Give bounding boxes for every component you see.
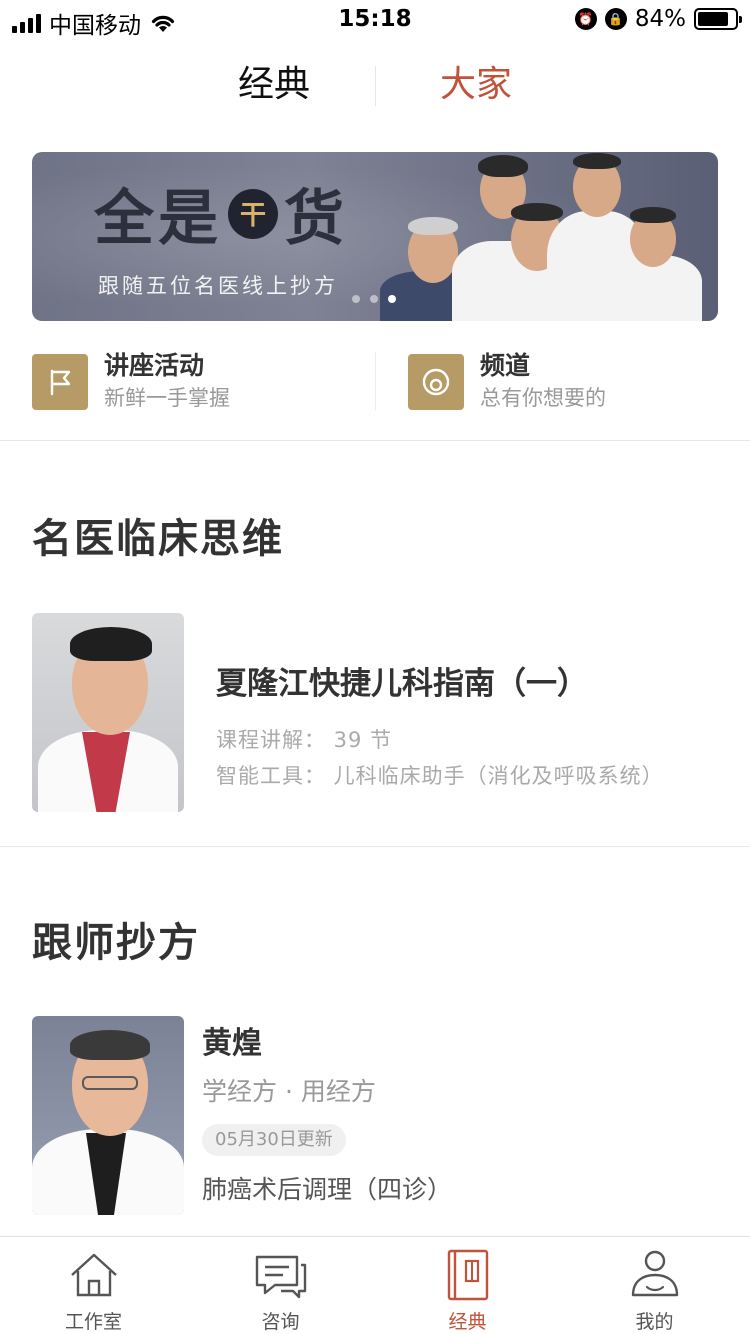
banner-title-badge: 干 — [228, 188, 278, 239]
quick-entries: 讲座活动 新鲜一手掌握 频道 总有你想要的 — [0, 340, 750, 430]
flag-icon — [32, 354, 88, 410]
teacher-course-title[interactable]: 肺癌术后调理（四诊） — [202, 1170, 452, 1206]
rotation-lock-icon: 🔒 — [604, 8, 627, 30]
quick-entry-subtitle: 新鲜一手掌握 — [104, 386, 230, 410]
nav-label: 经典 — [448, 1311, 487, 1333]
quick-divider — [375, 352, 376, 410]
course-title[interactable]: 夏隆江快捷儿科指南（一） — [216, 658, 588, 703]
banner-pager-dot[interactable] — [352, 295, 360, 303]
book-icon — [447, 1249, 489, 1301]
banner-title-b: 货 — [284, 184, 348, 254]
status-right: ⏰ 🔒 84% — [574, 6, 742, 32]
course-doctor-photo[interactable] — [32, 613, 184, 812]
bottom-nav: 工作室 咨询 经典 我的 — [0, 1236, 750, 1334]
quick-entry-subtitle: 总有你想要的 — [480, 386, 606, 410]
banner-title: 全是 干 货 — [94, 170, 348, 257]
banner-pager[interactable] — [352, 295, 396, 303]
quick-entry-title: 讲座活动 — [104, 351, 205, 380]
banner-pager-dot[interactable] — [370, 295, 378, 303]
quick-entry-channels[interactable]: 频道 总有你想要的 — [408, 351, 606, 412]
section-title-clinical-thinking: 名医临床思维 — [32, 516, 284, 562]
banner-title-a: 全是 — [94, 184, 222, 254]
top-tabs: 经典 大家 — [0, 56, 750, 116]
quick-entry-title: 频道 — [480, 351, 531, 380]
status-bar: 中国移动 15:18 ⏰ 🔒 84% — [0, 0, 750, 40]
tab-masters[interactable]: 大家 — [376, 56, 576, 114]
nav-item-studio[interactable]: 工作室 — [0, 1237, 187, 1334]
update-badge: 05月30日更新 — [202, 1124, 346, 1156]
nav-label: 咨询 — [261, 1311, 300, 1333]
course-lessons: 课程讲解： 39 节 — [216, 728, 393, 752]
nav-label: 我的 — [635, 1311, 674, 1333]
promo-banner[interactable]: 全是 干 货 跟随五位名医线上抄方 — [32, 152, 718, 321]
alarm-icon: ⏰ — [574, 8, 597, 30]
teacher-tagline: 学经方 · 用经方 — [202, 1077, 376, 1106]
channel-icon — [408, 354, 464, 410]
nav-item-consult[interactable]: 咨询 — [187, 1237, 374, 1334]
glasses-icon — [82, 1076, 138, 1090]
section-divider — [0, 846, 750, 847]
nav-item-classic[interactable]: 经典 — [374, 1237, 561, 1334]
battery-fill — [698, 12, 729, 26]
home-icon — [71, 1253, 117, 1297]
teacher-photo[interactable] — [32, 1016, 184, 1215]
nav-label: 工作室 — [64, 1311, 122, 1333]
battery-icon — [694, 8, 742, 30]
user-icon — [631, 1250, 679, 1297]
tab-classic[interactable]: 经典 — [174, 56, 374, 114]
quick-entry-lectures[interactable]: 讲座活动 新鲜一手掌握 — [32, 351, 230, 412]
banner-pager-dot[interactable] — [388, 295, 396, 303]
chat-icon — [255, 1255, 307, 1299]
banner-subtitle: 跟随五位名医线上抄方 — [98, 274, 338, 298]
teacher-name[interactable]: 黄煌 — [202, 1018, 262, 1062]
nav-item-me[interactable]: 我的 — [561, 1237, 748, 1334]
course-tool: 智能工具： 儿科临床助手（消化及呼吸系统） — [216, 764, 664, 788]
section-title-follow-master: 跟师抄方 — [32, 920, 200, 966]
banner-doctor-figure — [602, 207, 702, 321]
section-divider — [0, 440, 750, 441]
battery-percent: 84% — [634, 6, 686, 32]
